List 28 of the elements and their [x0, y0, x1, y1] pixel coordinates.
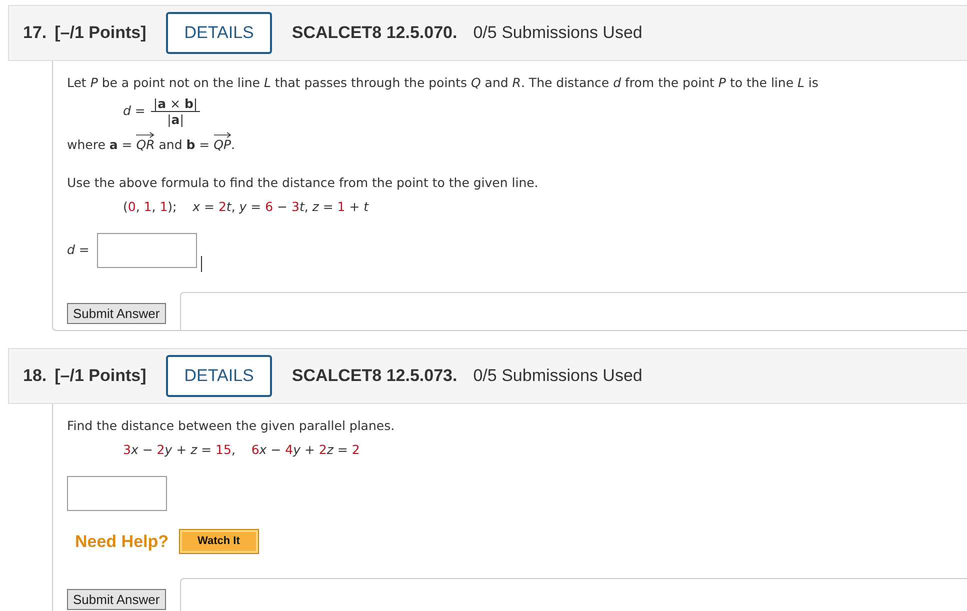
points-label: [–/1 Points]	[54, 22, 146, 44]
help-label: Need Help?	[75, 530, 169, 553]
fraction-denominator: |a|	[166, 112, 185, 127]
formula-lhs: d =	[123, 102, 146, 120]
question-number: 17.	[23, 22, 47, 44]
question-text: Let P be a point not on the line L that passes through the points Q and R. The distance d from the point P to the line L is	[67, 75, 820, 90]
fraction-numerator: |a × b|	[151, 96, 200, 112]
answer-label: d =	[67, 241, 90, 260]
submit-answer-button[interactable]: Submit Answer	[67, 588, 166, 610]
question-text: Use the above formula to find the distance from the point to the given line.	[67, 175, 540, 190]
details-button[interactable]: DETAILS	[166, 355, 272, 397]
question-source: SCALCET8 12.5.073.	[292, 365, 458, 388]
answer-field[interactable]	[97, 233, 198, 268]
formula-definition: where a = QR and b = QP.	[67, 131, 967, 154]
equation: (0, 1, 1); x = 2t, y = 6 − 3t, z = 1 + t	[123, 198, 370, 216]
answer-field[interactable]	[67, 476, 167, 511]
question-source: SCALCET8 12.5.070.	[292, 22, 458, 44]
vector-arrow-icon	[136, 132, 155, 138]
submissions-count: 0/5 Submissions Used	[473, 22, 642, 44]
submissions-count: 0/5 Submissions Used	[473, 365, 642, 388]
details-button[interactable]: DETAILS	[166, 12, 272, 54]
watch-it-button[interactable]: Watch It	[178, 529, 259, 554]
points-label: [–/1 Points]	[54, 365, 146, 388]
vector-arrow-icon	[214, 132, 231, 138]
question-number: 18.	[23, 365, 47, 388]
question-text: Find the distance between the given parallel planes.	[67, 418, 396, 433]
submit-answer-button[interactable]: Submit Answer	[67, 302, 166, 324]
equation: 3x − 2y + z = 15, 6x − 4y + 2z = 2	[123, 441, 361, 459]
